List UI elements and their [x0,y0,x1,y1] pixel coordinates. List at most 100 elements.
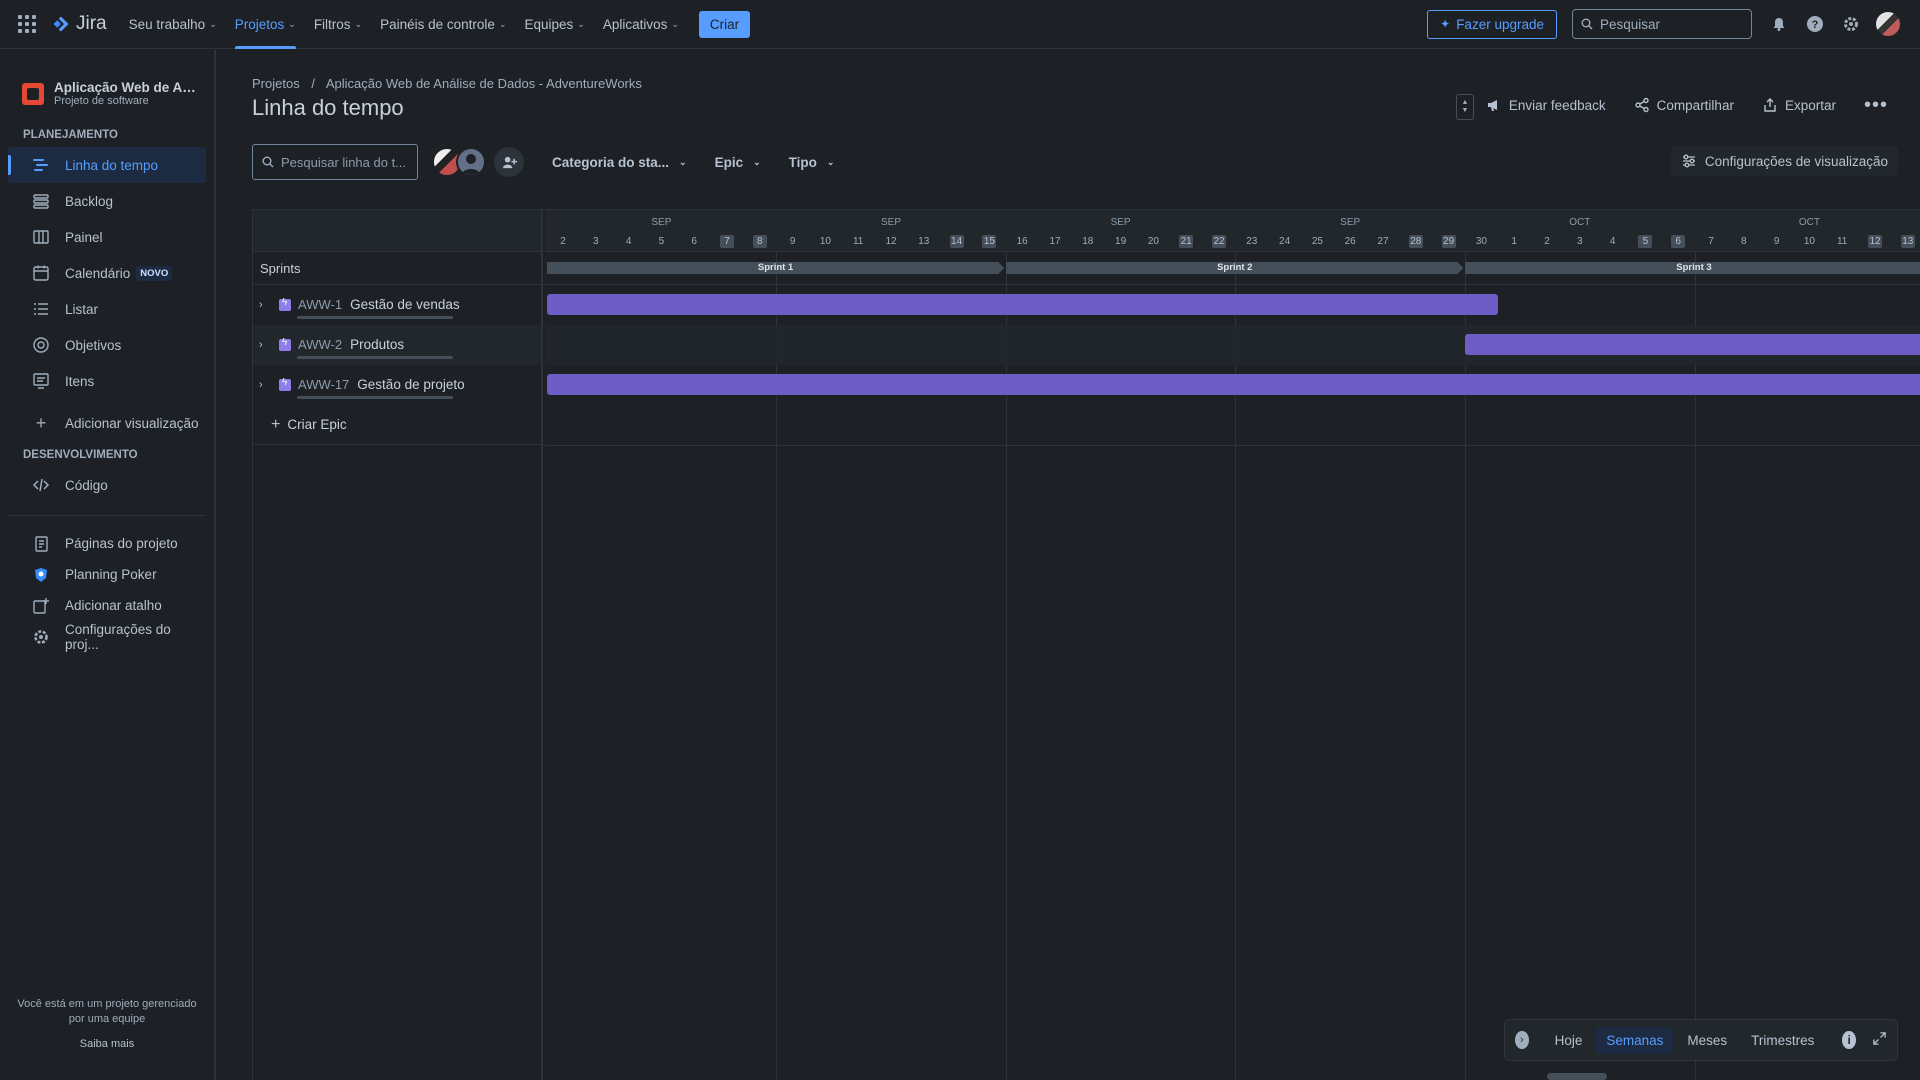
nav-item-1[interactable]: Projetos ⌄ [234,0,296,49]
day-label: 16 [1016,236,1028,247]
sidebar-item-items[interactable]: Itens [8,363,206,399]
sidebar-item-planning-poker[interactable]: Planning Poker [8,559,206,590]
fullscreen-icon[interactable] [1872,1031,1887,1049]
epic-title[interactable]: Gestão de vendas [350,297,460,312]
day-label: 13 [918,236,930,247]
create-epic-button[interactable]: + Criar Epic [253,405,541,445]
collapse-header-toggle[interactable]: ▲ ▼ [1456,94,1474,120]
more-actions-icon[interactable]: ••• [1864,95,1888,115]
share-label: Compartilhar [1656,97,1734,113]
search-icon [1581,18,1593,30]
epic-row[interactable]: › AWW-17 Gestão de projeto [253,365,541,405]
zoom-quarters-button[interactable]: Trimestres [1741,1027,1824,1054]
learn-more-link[interactable]: Saiba mais [0,1037,214,1052]
epic-timeline-bar[interactable] [1465,334,1920,355]
calendar-icon [32,264,50,282]
sprint-bar[interactable]: Sprint 3 [1465,262,1920,274]
sidebar-item-backlog[interactable]: Backlog [8,183,206,219]
sidebar-item-add-shortcut[interactable]: Adicionar atalho [8,590,206,621]
sidebar-item-pages[interactable]: Páginas do projeto [8,528,206,559]
nav-item-label: Aplicativos [602,16,668,32]
svg-text:?: ? [1812,19,1819,31]
type-filter-label: Tipo [788,154,817,170]
day-label: 20 [1147,236,1159,247]
timeline-filters: Pesquisar linha do t... Categoria do sta… [252,144,834,180]
sprint-bar[interactable]: Sprint 1 [547,262,1004,274]
chevron-down-icon: ⌄ [577,18,585,29]
search-icon [262,156,274,168]
sprints-row-label: Sprints [253,252,541,285]
nav-item-4[interactable]: Equipes ⌄ [524,0,584,49]
type-filter[interactable]: Tipo ⌄ [789,155,835,170]
epic-timeline-bar[interactable] [547,374,1920,395]
add-people-icon[interactable] [494,147,524,177]
timeline-row-separator [545,445,1920,446]
epic-progress-bar [297,396,453,399]
epic-title[interactable]: Gestão de projeto [357,377,464,392]
notifications-icon[interactable] [1768,13,1790,35]
epic-timeline-bar[interactable] [547,294,1499,315]
info-icon[interactable]: i [1842,1031,1856,1049]
epic-key[interactable]: AWW-17 [298,377,349,392]
nav-item-5[interactable]: Aplicativos ⌄ [603,0,679,49]
sprint-bar[interactable]: Sprint 2 [1006,262,1463,274]
zoom-months-button[interactable]: Meses [1677,1027,1737,1054]
plus-icon: + [35,412,47,433]
timeline-search-input[interactable]: Pesquisar linha do t... [252,144,418,180]
sidebar-item-settings[interactable]: Configurações do proj... [8,621,206,652]
epic-title[interactable]: Produtos [350,337,404,352]
zoom-weeks-button[interactable]: Semanas [1596,1026,1674,1054]
project-header[interactable]: Aplicação Web de Análi... Projeto de sof… [0,50,214,107]
goals-icon [32,336,50,354]
view-settings-button[interactable]: Configurações de visualização [1670,146,1898,176]
zoom-today-button[interactable]: Hoje [1545,1027,1593,1054]
chevron-right-icon[interactable]: › [1515,1031,1529,1049]
pages-icon [32,535,50,553]
chevron-right-icon[interactable]: › [259,339,273,351]
status-category-filter[interactable]: Categoria do sta... ⌄ [552,155,687,170]
epic-row[interactable]: › AWW-1 Gestão de vendas [253,285,541,325]
sidebar-item-list[interactable]: Listar [8,291,206,327]
day-label: 5 [658,236,665,247]
global-search-input[interactable]: Pesquisar [1572,9,1752,39]
sidebar-item-calendar[interactable]: Calendário NOVO [8,255,206,291]
day-label: 6 [1671,235,1686,248]
nav-item-2[interactable]: Filtros ⌄ [314,0,362,49]
sidebar-item-goals[interactable]: Objetivos [8,327,206,363]
breadcrumb-project[interactable]: Aplicação Web de Análise de Dados - Adve… [326,76,642,91]
chevron-down-icon: ⌄ [826,156,835,167]
help-icon[interactable]: ? [1804,13,1826,35]
share-button[interactable]: Compartilhar [1634,97,1734,113]
sidebar-item-label: Itens [65,373,95,389]
horizontal-scrollbar[interactable] [1547,1073,1607,1080]
jira-logo[interactable]: Jira [52,13,107,35]
nav-item-label: Projetos [234,16,285,32]
epic-row[interactable]: › AWW-2 Produtos [253,325,541,365]
epic-key[interactable]: AWW-2 [298,337,342,352]
day-label: 4 [625,236,632,247]
epic-key[interactable]: AWW-1 [298,297,342,312]
sidebar-item-add-view[interactable]: + Adicionar visualização [8,405,206,441]
settings-gear-icon[interactable] [1840,13,1862,35]
sidebar-item-board[interactable]: Painel [8,219,206,255]
nav-item-3[interactable]: Painéis de controle ⌄ [380,0,506,49]
sidebar-item-code[interactable]: Código [8,467,206,503]
create-button[interactable]: Criar [698,10,751,38]
chevron-down-icon: ⌄ [679,156,687,167]
month-label: SEP [880,217,902,228]
epic-filter[interactable]: Epic ⌄ [715,155,761,170]
upgrade-button[interactable]: ✦ Fazer upgrade [1427,9,1557,39]
month-label: OCT [1798,217,1820,228]
breadcrumb-projects[interactable]: Projetos [252,76,300,91]
project-avatar-icon [22,82,44,105]
assignee-avatar-placeholder-icon[interactable] [456,147,486,177]
top-navigation: Jira Seu trabalho ⌄ Projetos ⌄ Filtros ⌄ Painé… [0,0,1920,49]
chevron-right-icon[interactable]: › [259,379,273,391]
send-feedback-button[interactable]: Enviar feedback [1486,97,1606,113]
chevron-right-icon[interactable]: › [259,299,273,311]
app-switcher-icon[interactable] [18,14,38,34]
export-button[interactable]: Exportar [1762,97,1836,113]
sidebar-item-timeline[interactable]: Linha do tempo [8,147,206,183]
user-avatar[interactable] [1876,12,1900,36]
nav-item-0[interactable]: Seu trabalho ⌄ [129,0,217,49]
